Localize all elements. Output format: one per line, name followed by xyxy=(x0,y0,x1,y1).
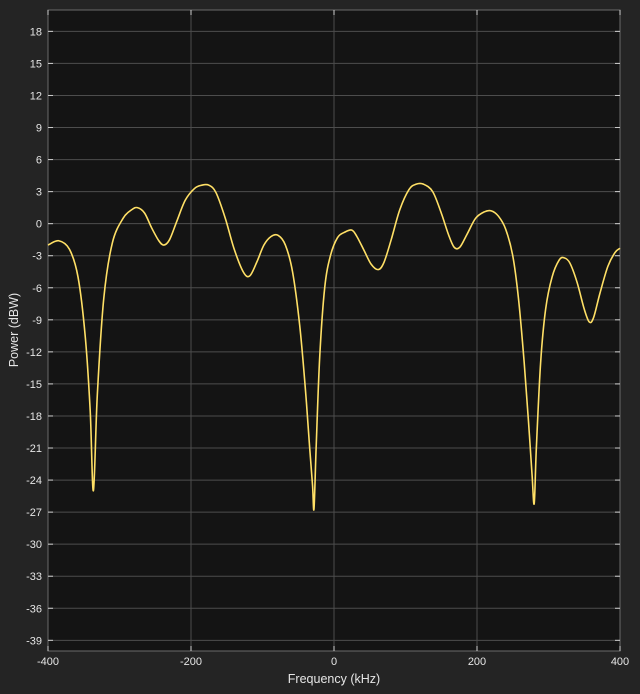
y-tick-label: -21 xyxy=(26,443,42,455)
y-tick-label: -27 xyxy=(26,507,42,519)
chart: -400 -200 0 200 400 18 15 12 9 6 3 0 -3 -6 -9 -12 -15 -1… xyxy=(7,9,629,686)
y-tick-label: -6 xyxy=(32,283,42,295)
x-tick-label: 200 xyxy=(468,656,486,668)
x-tick-label: -200 xyxy=(180,656,202,668)
x-tick-label: 0 xyxy=(331,656,337,668)
y-tick-label: 0 xyxy=(36,219,42,231)
y-tick-label: 18 xyxy=(30,26,42,38)
y-tick-label: -24 xyxy=(26,475,42,487)
y-tick-label: -39 xyxy=(26,635,42,647)
y-tick-label: -3 xyxy=(32,251,42,263)
y-tick-label: -15 xyxy=(26,379,42,391)
y-tick-label: 15 xyxy=(30,58,42,70)
y-tick-label: 12 xyxy=(30,90,42,102)
y-tick-label: -36 xyxy=(26,603,42,615)
x-tick-label: -400 xyxy=(37,656,59,668)
y-tick-label: -9 xyxy=(32,315,42,327)
y-tick-label: -18 xyxy=(26,411,42,423)
x-tick-label: 400 xyxy=(611,656,629,668)
x-axis-label: Frequency (kHz) xyxy=(288,672,380,686)
y-tick-label: -30 xyxy=(26,539,42,551)
y-tick-label: -33 xyxy=(26,571,42,583)
y-tick-label: 3 xyxy=(36,187,42,199)
y-tick-label: -12 xyxy=(26,347,42,359)
y-tick-label: 6 xyxy=(36,155,42,167)
y-axis-label: Power (dBW) xyxy=(7,293,21,367)
y-tick-label: 9 xyxy=(36,123,42,135)
